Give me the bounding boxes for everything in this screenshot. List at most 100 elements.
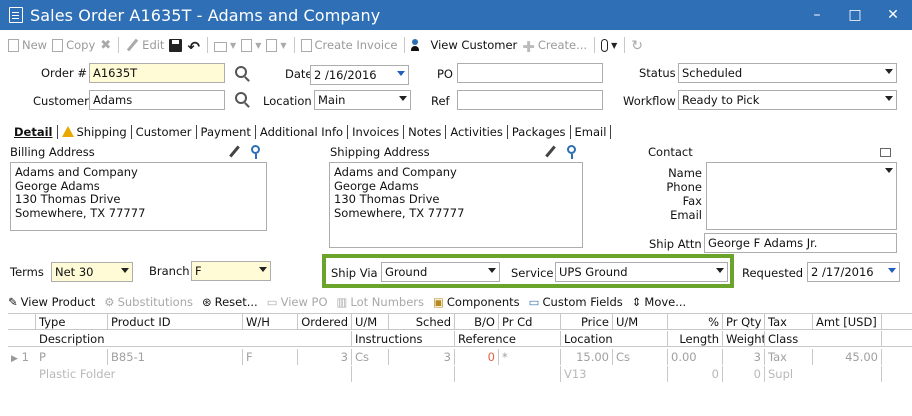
status-select[interactable]: Scheduled <box>678 63 897 83</box>
refresh-button[interactable]: ↻ <box>631 38 643 54</box>
calendar-dropdown-icon[interactable] <box>888 268 896 273</box>
table-cell[interactable]: * <box>499 349 561 365</box>
view-customer-button[interactable]: View Customer <box>411 38 517 52</box>
grid-header-cell[interactable]: Amt [USD] <box>813 314 882 330</box>
edit-button[interactable]: Edit <box>125 38 164 52</box>
grid-header-cell[interactable]: % <box>668 314 723 330</box>
grid-header-cell[interactable]: Sched <box>389 314 455 330</box>
po-field[interactable] <box>457 63 603 83</box>
table-cell[interactable]: 45.00 <box>813 349 882 365</box>
print-button[interactable]: ▼ <box>214 39 236 52</box>
table-cell[interactable]: 0 <box>668 366 723 382</box>
workflow-dropdown-icon[interactable] <box>885 96 893 101</box>
status-dropdown-icon[interactable] <box>885 69 893 74</box>
table-cell[interactable]: Cs <box>613 349 668 365</box>
search-customer-icon[interactable] <box>235 92 247 104</box>
view-po-button[interactable]: ▭ View PO <box>267 295 328 309</box>
table-cell[interactable]: 3 <box>723 349 765 365</box>
grid-header-cell[interactable]: Price <box>561 314 613 330</box>
contact-select[interactable] <box>706 162 897 230</box>
contact-list-icon[interactable] <box>880 148 891 157</box>
table-cell[interactable]: Cs <box>352 349 389 365</box>
tab-payment[interactable]: Payment <box>197 125 255 139</box>
table-cell[interactable]: Tax <box>765 349 813 365</box>
grid-header-cell[interactable]: Class <box>765 331 882 347</box>
grid-header-cell[interactable]: U/M <box>613 314 668 330</box>
tab-shipping[interactable]: Shipping <box>58 125 131 139</box>
save-button[interactable] <box>169 38 183 52</box>
table-cell[interactable] <box>455 366 561 382</box>
maximize-button[interactable]: □ <box>836 0 874 30</box>
grid-header-cell[interactable]: Length <box>668 331 723 347</box>
lot-numbers-button[interactable]: ▥ Lot Numbers <box>337 295 424 309</box>
customer-field[interactable]: Adams <box>89 90 225 110</box>
new-button[interactable]: New <box>8 38 47 52</box>
grid-header-cell[interactable]: Location <box>561 331 668 347</box>
grid-header-cell[interactable]: W/H <box>243 314 298 330</box>
search-order-icon[interactable] <box>235 66 247 78</box>
table-cell[interactable]: 0 <box>723 366 765 382</box>
terms-dropdown-icon[interactable] <box>121 268 129 273</box>
billing-address-box[interactable]: Adams and Company George Adams 130 Thoma… <box>10 162 267 231</box>
table-cell[interactable]: 3 <box>298 349 352 365</box>
table-row[interactable]: Plastic Folder V13 0 0 Supl <box>8 366 912 382</box>
grid-header-cell[interactable]: Ordered <box>298 314 352 330</box>
grid-header-cell[interactable]: Product ID <box>108 314 243 330</box>
components-button[interactable]: ▣ Components <box>433 295 520 309</box>
table-cell[interactable]: 15.00 <box>561 349 613 365</box>
location-dropdown-icon[interactable] <box>399 96 407 101</box>
table-cell[interactable]: Plastic Folder <box>36 366 352 382</box>
grid-header-cell[interactable]: B/O <box>455 314 499 330</box>
workflow-select[interactable]: Ready to Pick <box>678 90 897 110</box>
grid-header-cell[interactable]: Type <box>36 314 108 330</box>
table-cell[interactable]: 0.00 <box>668 349 723 365</box>
grid-header-cell[interactable]: Description <box>36 331 352 347</box>
contact-dropdown-icon[interactable] <box>885 168 893 173</box>
grid-header-cell[interactable]: Pr Qty <box>723 314 765 330</box>
table-cell[interactable] <box>352 366 455 382</box>
grid-header-cell[interactable]: Reference <box>455 331 561 347</box>
table-cell[interactable]: P <box>36 349 108 365</box>
tab-additional-info[interactable]: Additional Info <box>256 125 347 139</box>
custom-fields-button[interactable]: ▭ Custom Fields <box>529 295 623 309</box>
grid-header-cell[interactable]: Instructions <box>352 331 455 347</box>
ship-via-dropdown-icon[interactable] <box>488 268 496 273</box>
export-button[interactable]: ▼ <box>266 38 287 52</box>
table-cell[interactable]: F <box>243 349 298 365</box>
minimize-button[interactable]: – <box>798 0 836 30</box>
view-product-button[interactable]: ✎ View Product <box>8 295 95 309</box>
create-button[interactable]: ✚ Create... <box>522 38 587 56</box>
tab-customer[interactable]: Customer <box>132 125 196 139</box>
copy-button[interactable]: Copy <box>52 38 95 52</box>
tab-invoices[interactable]: Invoices <box>348 125 403 139</box>
tab-email[interactable]: Email <box>571 125 611 139</box>
tab-detail[interactable]: Detail <box>10 125 57 139</box>
delete-button[interactable]: ✖ <box>100 38 111 53</box>
table-cell[interactable]: 0 <box>455 349 499 365</box>
grid-header-cell[interactable]: Pr Cd <box>499 314 561 330</box>
branch-select[interactable]: F <box>191 261 271 281</box>
ship-attn-field[interactable]: George F Adams Jr. <box>704 233 897 253</box>
edit-shipping-pencil-icon[interactable] <box>545 145 556 158</box>
calendar-dropdown-icon[interactable] <box>397 71 405 76</box>
branch-dropdown-icon[interactable] <box>259 267 267 272</box>
table-cell[interactable]: Supl <box>765 366 882 382</box>
create-invoice-button[interactable]: Create Invoice <box>300 38 397 52</box>
tab-packages[interactable]: Packages <box>508 125 570 139</box>
reset-button[interactable]: ⊛ Reset... <box>202 295 258 309</box>
report-button[interactable]: ▼ <box>241 38 261 52</box>
date-field[interactable]: 2 /16/2016 <box>310 65 409 85</box>
terms-select[interactable]: Net 30 <box>51 262 133 282</box>
ship-via-select[interactable]: Ground <box>381 262 500 282</box>
tab-activities[interactable]: Activities <box>446 125 506 139</box>
row-expand-icon[interactable]: ▶ <box>11 354 18 364</box>
grid-header-cell[interactable]: U/M <box>352 314 389 330</box>
service-dropdown-icon[interactable] <box>716 268 724 273</box>
grid-header-cell[interactable]: Tax <box>765 314 813 330</box>
table-cell[interactable]: 3 <box>389 349 455 365</box>
undo-button[interactable]: ↶ <box>187 38 200 56</box>
move-button[interactable]: ⇕ Move... <box>632 295 686 309</box>
substitutions-button[interactable]: ⚙ Substitutions <box>104 295 193 309</box>
table-cell[interactable]: V13 <box>561 366 668 382</box>
billing-map-pin-icon[interactable] <box>251 145 260 159</box>
